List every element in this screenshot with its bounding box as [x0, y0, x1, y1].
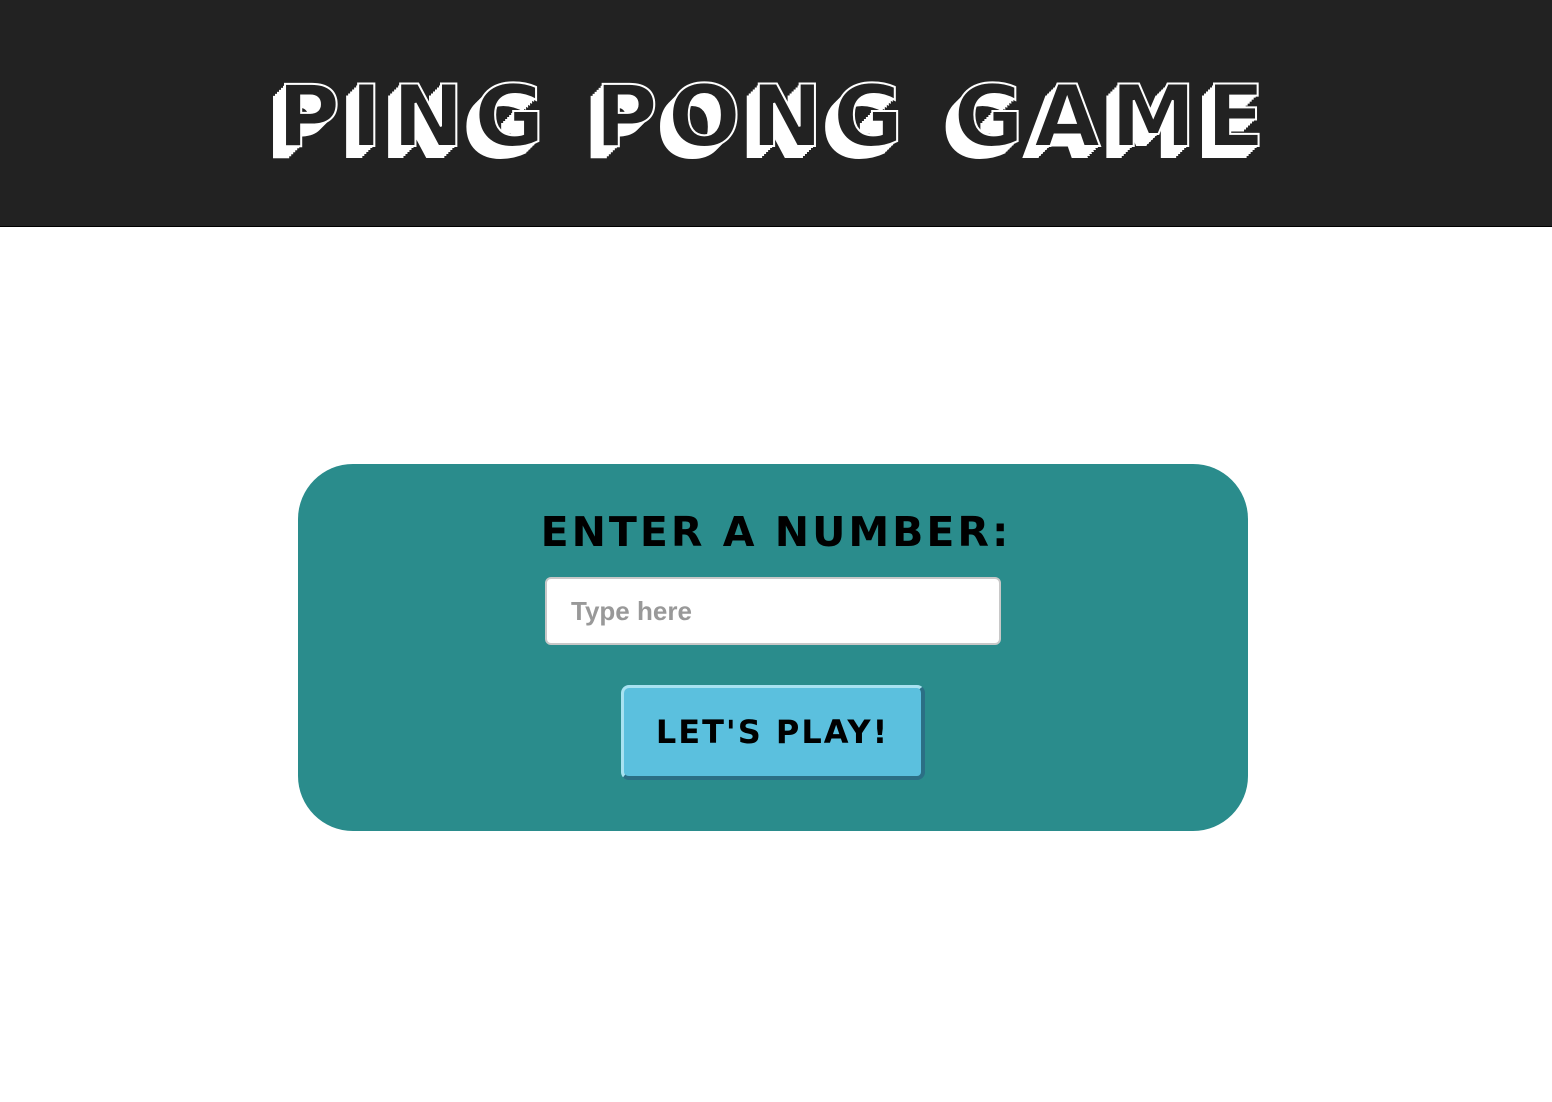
number-prompt-label: ENTER A NUMBER: — [540, 508, 1012, 556]
page-header: PING PONG GAME — [0, 0, 1552, 227]
lets-play-button[interactable]: LET'S PLAY! — [621, 685, 925, 780]
number-input[interactable] — [545, 577, 1001, 645]
page-title: PING PONG GAME — [276, 66, 1275, 168]
